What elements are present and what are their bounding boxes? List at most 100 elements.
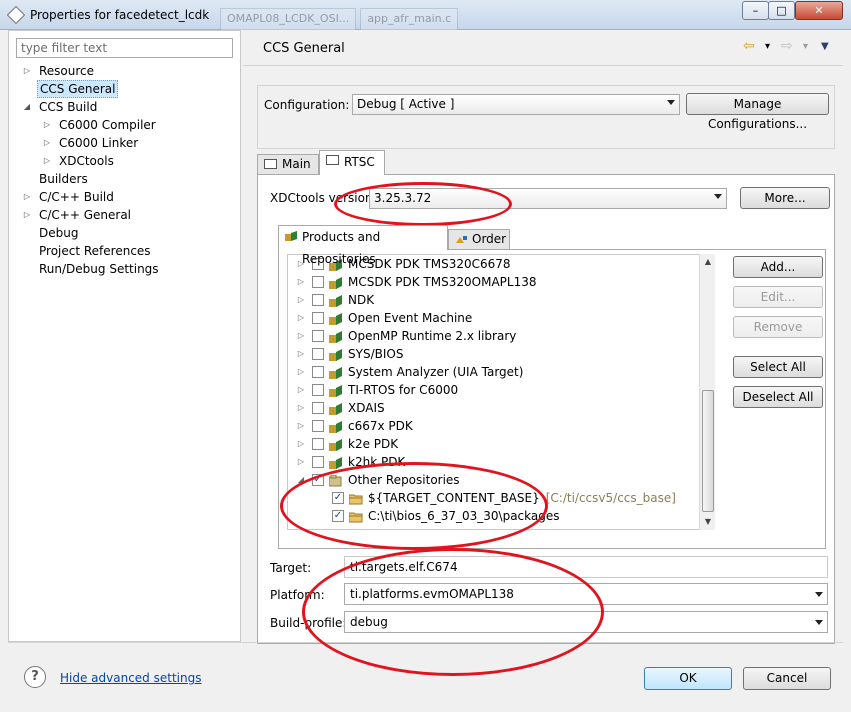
repository-checkbox[interactable] <box>312 348 324 360</box>
scroll-up-icon[interactable]: ▲ <box>700 254 716 270</box>
platform-select[interactable]: ti.platforms.evmOMAPL138 <box>344 583 828 605</box>
close-button[interactable]: ✕ <box>795 1 843 20</box>
tab-order[interactable]: Order <box>448 229 510 249</box>
repository-item[interactable]: ▷ System Analyzer (UIA Target) <box>288 363 706 381</box>
target-field[interactable]: ti.targets.elf.C674 <box>344 556 828 578</box>
repository-checkbox[interactable] <box>312 420 324 432</box>
repository-item[interactable]: ✓ C:\ti\bios_6_37_03_30\packages <box>288 507 706 525</box>
collapsed-arrow-icon[interactable]: ▷ <box>296 363 306 381</box>
collapsed-arrow-icon[interactable]: ▷ <box>21 188 33 206</box>
collapsed-arrow-icon[interactable]: ▷ <box>296 345 306 363</box>
collapsed-arrow-icon[interactable]: ▷ <box>296 381 306 399</box>
collapsed-arrow-icon[interactable]: ▷ <box>41 152 53 170</box>
tree-item[interactable]: Project References <box>9 242 240 260</box>
dropdown-arrow-icon <box>667 100 675 105</box>
repository-checkbox[interactable] <box>312 402 324 414</box>
forward-menu-icon[interactable]: ▾ <box>803 41 808 52</box>
view-menu-icon[interactable]: ▼ <box>821 41 829 52</box>
repository-item[interactable]: ▷ c667x PDK <box>288 417 706 435</box>
repository-checkbox[interactable]: ✓ <box>332 510 344 522</box>
tree-item[interactable]: ▷ XDCtools <box>9 152 240 170</box>
scroll-thumb[interactable] <box>702 390 714 512</box>
tree-item[interactable]: ◢ CCS Build <box>9 98 240 116</box>
repository-item[interactable]: ▷ XDAIS <box>288 399 706 417</box>
tree-item[interactable]: Debug <box>9 224 240 242</box>
remove-repository-button[interactable]: Remove <box>733 316 823 338</box>
deselect-all-button[interactable]: Deselect All <box>733 386 823 408</box>
repository-checkbox[interactable] <box>312 276 324 288</box>
expanded-arrow-icon[interactable]: ◢ <box>296 471 306 489</box>
repository-item[interactable]: ▷ k2e PDK <box>288 435 706 453</box>
tab-main[interactable]: Main <box>257 154 319 174</box>
collapsed-arrow-icon[interactable]: ▷ <box>41 134 53 152</box>
tree-item[interactable]: ▷ C6000 Compiler <box>9 116 240 134</box>
repository-checkbox[interactable] <box>312 456 324 468</box>
tree-item[interactable]: Run/Debug Settings <box>9 260 240 278</box>
collapsed-arrow-icon[interactable]: ▷ <box>296 291 306 309</box>
expanded-arrow-icon[interactable]: ◢ <box>21 98 33 116</box>
configuration-select[interactable]: Debug [ Active ] <box>352 94 680 115</box>
forward-arrow-icon[interactable]: ⇨ <box>781 38 793 54</box>
back-menu-icon[interactable]: ▾ <box>765 41 770 52</box>
repository-item[interactable]: ▷ OpenMP Runtime 2.x library <box>288 327 706 345</box>
repository-checkbox[interactable] <box>312 330 324 342</box>
repository-item[interactable]: ▷ MCSDK PDK TMS320OMAPL138 <box>288 273 706 291</box>
tree-item[interactable]: ▷ C6000 Linker <box>9 134 240 152</box>
xdctools-version-select[interactable]: 3.25.3.72 <box>369 188 727 209</box>
repository-item[interactable]: ✓ ${TARGET_CONTENT_BASE} [C:/ti/ccsv5/ccs_… <box>288 489 706 507</box>
background-tab: OMAPL08_LCDK_OSI... <box>220 8 357 30</box>
hide-advanced-settings-link[interactable]: Hide advanced settings <box>60 671 201 685</box>
repository-checkbox[interactable] <box>312 366 324 378</box>
collapsed-arrow-icon[interactable]: ▷ <box>296 417 306 435</box>
edit-repository-button[interactable]: Edit... <box>733 286 823 308</box>
repository-item[interactable]: ▷ NDK <box>288 291 706 309</box>
tree-item[interactable]: Builders <box>9 170 240 188</box>
select-all-button[interactable]: Select All <box>733 356 823 378</box>
tree-item[interactable]: CCS General <box>9 80 240 98</box>
package-icon <box>329 456 343 469</box>
xdctools-version-label: XDCtools version: <box>270 191 377 205</box>
tree-item-label: Project References <box>39 244 151 258</box>
tree-item[interactable]: ▷ C/C++ General <box>9 206 240 224</box>
tree-item[interactable]: ▷ C/C++ Build <box>9 188 240 206</box>
back-arrow-icon[interactable]: ⇦ <box>743 38 755 54</box>
repository-name: OpenMP Runtime 2.x library <box>348 329 517 343</box>
collapsed-arrow-icon[interactable]: ▷ <box>296 309 306 327</box>
collapsed-arrow-icon[interactable]: ▷ <box>296 399 306 417</box>
repository-item[interactable]: ▷ TI-RTOS for C6000 <box>288 381 706 399</box>
collapsed-arrow-icon[interactable]: ▷ <box>21 62 33 80</box>
cancel-button[interactable]: Cancel <box>743 667 831 690</box>
collapsed-arrow-icon[interactable]: ▷ <box>41 116 53 134</box>
collapsed-arrow-icon[interactable]: ▷ <box>296 453 306 471</box>
add-repository-button[interactable]: Add... <box>733 256 823 278</box>
repository-item[interactable]: ▷ SYS/BIOS <box>288 345 706 363</box>
collapsed-arrow-icon[interactable]: ▷ <box>296 435 306 453</box>
repository-item[interactable]: ▷ Open Event Machine <box>288 309 706 327</box>
repository-item[interactable]: ▷ k2hk PDK <box>288 453 706 471</box>
ok-button[interactable]: OK <box>644 667 732 690</box>
collapsed-arrow-icon[interactable]: ▷ <box>21 206 33 224</box>
manage-configurations-button[interactable]: Manage Configurations... <box>686 93 829 131</box>
maximize-button[interactable]: □ <box>768 1 795 20</box>
build-profile-select[interactable]: debug <box>344 611 828 633</box>
collapsed-arrow-icon[interactable]: ▷ <box>296 327 306 345</box>
tree-item[interactable]: ▷ Resource <box>9 62 240 80</box>
repository-checkbox[interactable] <box>312 294 324 306</box>
repository-checkbox[interactable]: ✓ <box>332 492 344 504</box>
collapsed-arrow-icon[interactable]: ▷ <box>296 273 306 291</box>
repository-checkbox[interactable]: ✓ <box>312 474 324 486</box>
repository-list[interactable]: ▷ MCSDK PDK TMS320C6678 ▷ MCSDK PDK TMS320O… <box>287 254 707 530</box>
help-icon[interactable]: ? <box>24 666 46 688</box>
more-button[interactable]: More... <box>740 187 830 209</box>
tab-rtsc[interactable]: RTSC <box>319 150 385 175</box>
repository-checkbox[interactable] <box>312 384 324 396</box>
repositories-group: ▷ MCSDK PDK TMS320C6678 ▷ MCSDK PDK TMS320O… <box>278 249 826 549</box>
tab-products-and-repositories[interactable]: Products and Repositories <box>278 225 448 266</box>
repository-checkbox[interactable] <box>312 438 324 450</box>
repository-list-scrollbar[interactable]: ▲ ▼ <box>699 254 715 530</box>
filter-input[interactable] <box>16 38 233 58</box>
scroll-down-icon[interactable]: ▼ <box>700 514 716 530</box>
repository-checkbox[interactable] <box>312 312 324 324</box>
repository-item[interactable]: ◢ ✓ Other Repositories <box>288 471 706 489</box>
minimize-button[interactable]: – <box>742 1 769 20</box>
